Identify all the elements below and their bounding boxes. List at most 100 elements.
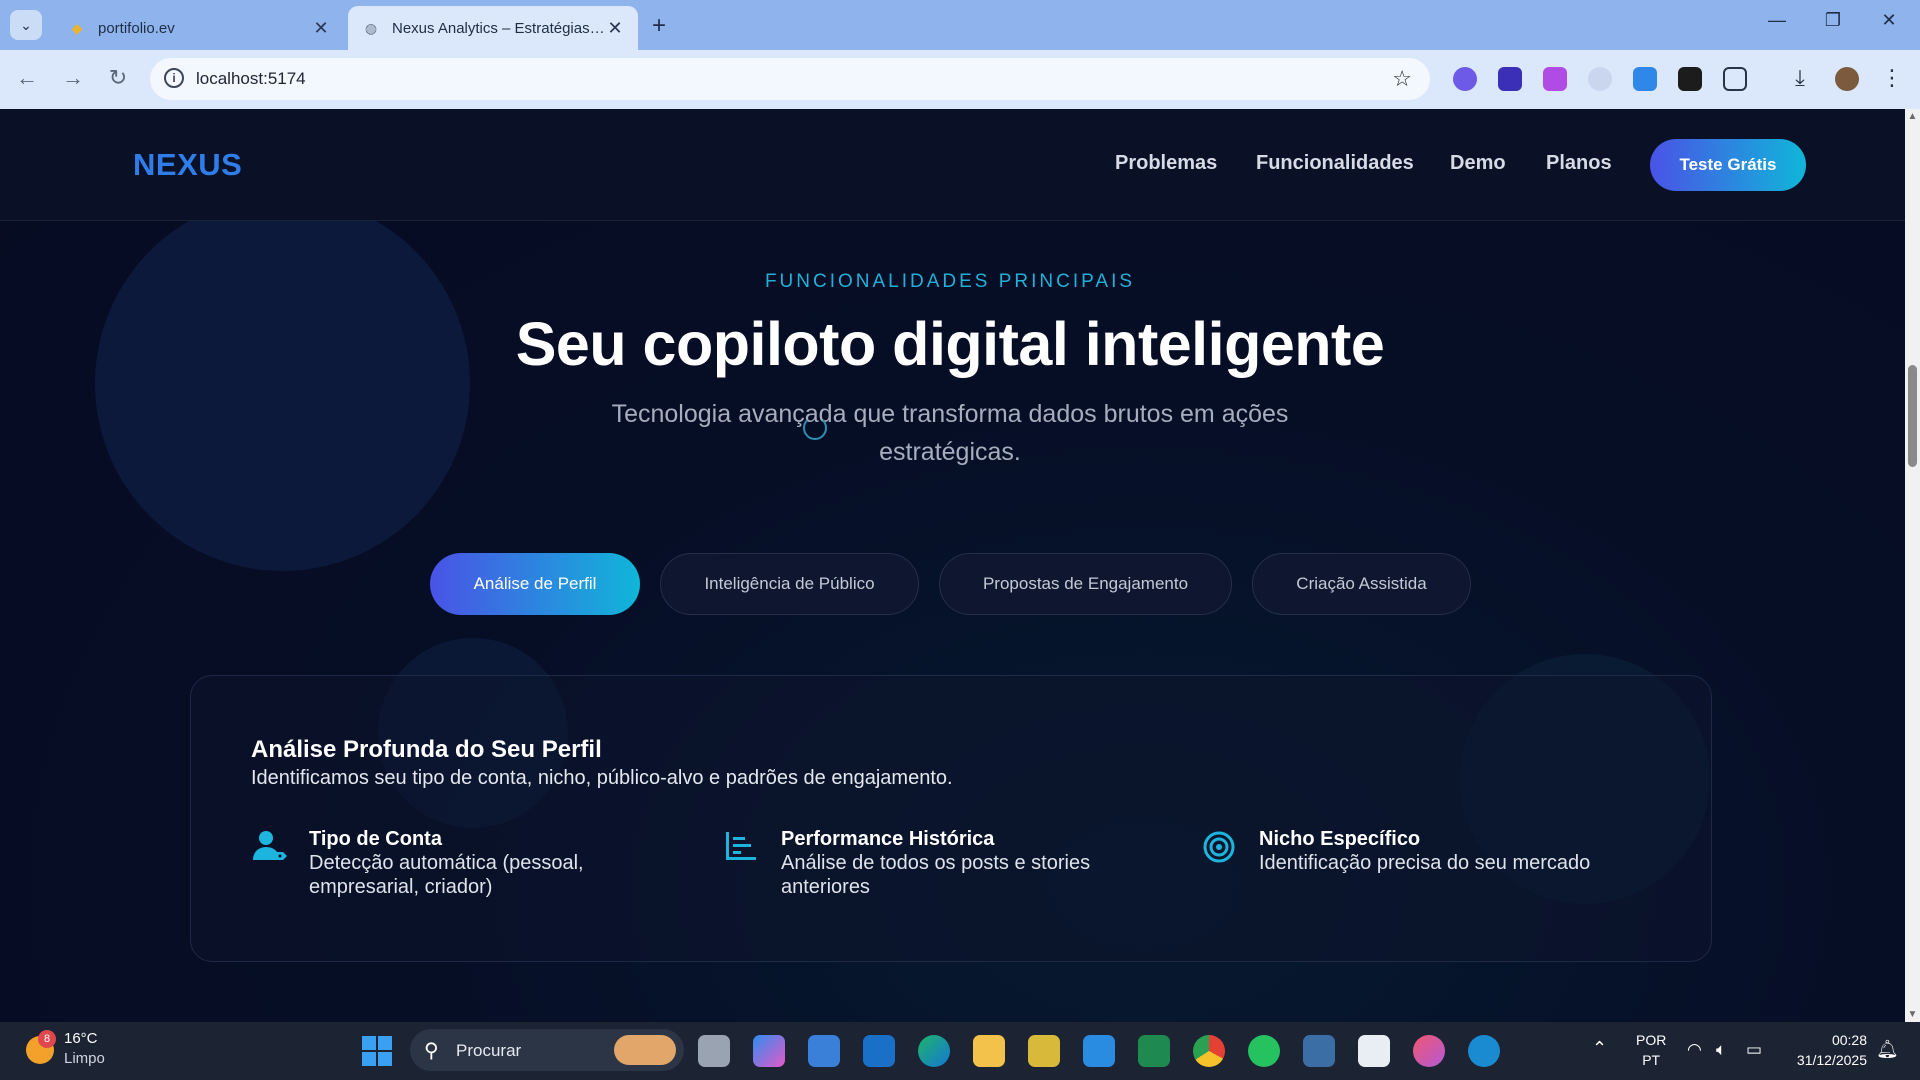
close-tab-icon[interactable]: ✕ (606, 18, 624, 39)
search-placeholder: Procurar (456, 1041, 522, 1060)
task-view-icon[interactable] (698, 1035, 730, 1067)
section-eyebrow: FUNCIONALIDADES PRINCIPAIS (764, 271, 1136, 292)
language-indicator[interactable]: POR PT (1636, 1030, 1666, 1070)
search-icon: ⚲ (424, 1040, 439, 1062)
browser-tab-portfolio[interactable]: ◆ portifolio.ev ✕ (54, 6, 344, 50)
decorative-circle (95, 196, 470, 571)
nav-link-problemas[interactable]: Problemas (1115, 152, 1217, 175)
menu-icon[interactable]: ⋮ (1877, 65, 1907, 91)
page-scrollbar[interactable]: ▲ ▼ (1905, 109, 1920, 1022)
site-navbar: NEXUS Problemas Funcionalidades Demo Pla… (0, 109, 1905, 221)
back-icon[interactable]: ← (12, 65, 42, 91)
extension-icon[interactable] (1588, 67, 1612, 91)
terminal-icon[interactable] (1138, 1035, 1170, 1067)
feature-title: Tipo de Conta (309, 828, 442, 850)
section-subtitle: Tecnologia avançada que transforma dados… (611, 400, 1289, 466)
nav-link-demo[interactable]: Demo (1450, 152, 1506, 175)
site-info-icon[interactable]: i (164, 68, 184, 88)
notification-bell-icon[interactable]: 🔔︎ (1876, 1039, 1899, 1060)
tab-search-button[interactable]: ⌄ (10, 10, 42, 40)
extension-icon[interactable] (1543, 67, 1567, 91)
feature-description: Detecção automática (pessoal, empresaria… (309, 852, 584, 898)
whatsapp-icon[interactable] (1248, 1035, 1280, 1067)
card-description: Identificamos seu tipo de conta, nicho, … (251, 767, 953, 789)
nav-link-planos[interactable]: Planos (1546, 152, 1612, 175)
chevron-up-icon[interactable]: ⌃ (1592, 1038, 1607, 1059)
section-title: Seu copiloto digital inteligente (515, 310, 1385, 378)
weather-badge: 8 (38, 1030, 56, 1048)
wifi-icon[interactable]: ◠ (1687, 1040, 1702, 1060)
free-trial-button[interactable]: Teste Grátis (1650, 139, 1806, 191)
forward-icon[interactable]: → (58, 65, 88, 91)
browser-tab-strip: ⌄ ◆ portifolio.ev ✕ ◍ Nexus Analytics – … (0, 0, 1920, 50)
globe-icon: ◍ (364, 19, 378, 36)
card-title: Análise Profunda do Seu Perfil (251, 736, 602, 763)
url-text: localhost:5174 (196, 69, 306, 88)
minimize-icon[interactable]: — (1762, 10, 1792, 31)
battery-icon[interactable]: ▭ (1746, 1040, 1762, 1060)
site-logo[interactable]: NEXUS (133, 147, 242, 183)
extension-icon[interactable] (1633, 67, 1657, 91)
download-icon[interactable]: ⤓ (1785, 65, 1815, 91)
bar-chart-icon (723, 828, 761, 866)
page-viewport: NEXUS Problemas Funcionalidades Demo Pla… (0, 109, 1905, 1022)
postgresql-icon[interactable] (1303, 1035, 1335, 1067)
extensions-puzzle-icon[interactable] (1723, 67, 1747, 91)
clock-time: 00:28 (1831, 1032, 1867, 1048)
loading-spinner-icon (803, 416, 827, 440)
extension-icon[interactable] (1453, 67, 1477, 91)
target-icon (1201, 828, 1239, 866)
volume-icon[interactable]: 🔈︎ (1716, 1040, 1726, 1060)
nav-link-funcionalidades[interactable]: Funcionalidades (1256, 152, 1414, 175)
vscode-icon[interactable] (1083, 1035, 1115, 1067)
scrollbar-thumb[interactable] (1908, 365, 1917, 467)
language-code: POR (1636, 1032, 1667, 1048)
restore-icon[interactable]: ❐ (1818, 10, 1848, 31)
extension-icon[interactable] (1678, 67, 1702, 91)
weather-temperature[interactable]: 16°C (64, 1030, 98, 1047)
windows-taskbar: 8 16°C Limpo ⚲ Procurar ⌃ POR PT ◠ 🔈︎ ▭ … (0, 1022, 1920, 1080)
browser-toolbar: ← → ↻ i localhost:5174 ☆ ⤓ ⋮ (0, 50, 1920, 109)
user-tag-icon (251, 828, 289, 866)
mail-icon[interactable] (808, 1035, 840, 1067)
profile-avatar[interactable] (1835, 67, 1859, 91)
weather-condition[interactable]: Limpo (64, 1050, 105, 1067)
edge-icon[interactable] (918, 1035, 950, 1067)
tab-propostas-de-engajamento[interactable]: Propostas de Engajamento (939, 553, 1232, 615)
feature-description: Identificação precisa do seu mercado (1259, 852, 1591, 874)
feature-title: Performance Histórica (781, 828, 995, 850)
browser-tab-nexus[interactable]: ◍ Nexus Analytics – Estratégias Intelige… (348, 6, 638, 50)
search-highlight-image (614, 1035, 676, 1065)
tab-analise-de-perfil[interactable]: Análise de Perfil (430, 553, 640, 615)
feature-card: Análise Profunda do Seu Perfil Identific… (190, 675, 1712, 962)
tab-title: portifolio.ev (98, 19, 175, 37)
app-icon[interactable] (1028, 1035, 1060, 1067)
system-clock[interactable]: 00:28 31/12/2025 (1782, 1030, 1867, 1070)
chevron-down-icon: ⌄ (20, 16, 32, 33)
bookmark-star-icon[interactable]: ☆ (1392, 66, 1412, 92)
copilot-icon[interactable] (753, 1035, 785, 1067)
store-icon[interactable] (1358, 1035, 1390, 1067)
tab-criacao-assistida[interactable]: Criação Assistida (1252, 553, 1471, 615)
app-icon[interactable] (1468, 1035, 1500, 1067)
taskbar-search[interactable]: ⚲ Procurar (410, 1029, 684, 1071)
address-bar[interactable]: i localhost:5174 ☆ (150, 58, 1430, 100)
scroll-up-icon[interactable]: ▲ (1907, 111, 1918, 122)
chrome-icon[interactable] (1193, 1035, 1225, 1067)
clock-date: 31/12/2025 (1796, 1052, 1867, 1068)
new-tab-button[interactable]: + (652, 12, 666, 40)
tab-title: Nexus Analytics – Estratégias Inteligent… (392, 19, 606, 37)
tab-inteligencia-de-publico[interactable]: Inteligência de Público (660, 553, 919, 615)
keyboard-layout: PT (1642, 1052, 1661, 1068)
extension-icon[interactable] (1498, 67, 1522, 91)
close-window-icon[interactable]: ✕ (1874, 10, 1904, 31)
portfolio-favicon-icon: ◆ (71, 19, 83, 36)
feature-description: Análise de todos os posts e stories ante… (781, 852, 1091, 898)
music-icon[interactable] (1413, 1035, 1445, 1067)
scroll-down-icon[interactable]: ▼ (1907, 1009, 1918, 1020)
reload-icon[interactable]: ↻ (103, 65, 133, 91)
close-tab-icon[interactable]: ✕ (312, 18, 330, 39)
outlook-icon[interactable] (863, 1035, 895, 1067)
windows-start-icon[interactable] (362, 1036, 392, 1066)
file-explorer-icon[interactable] (973, 1035, 1005, 1067)
